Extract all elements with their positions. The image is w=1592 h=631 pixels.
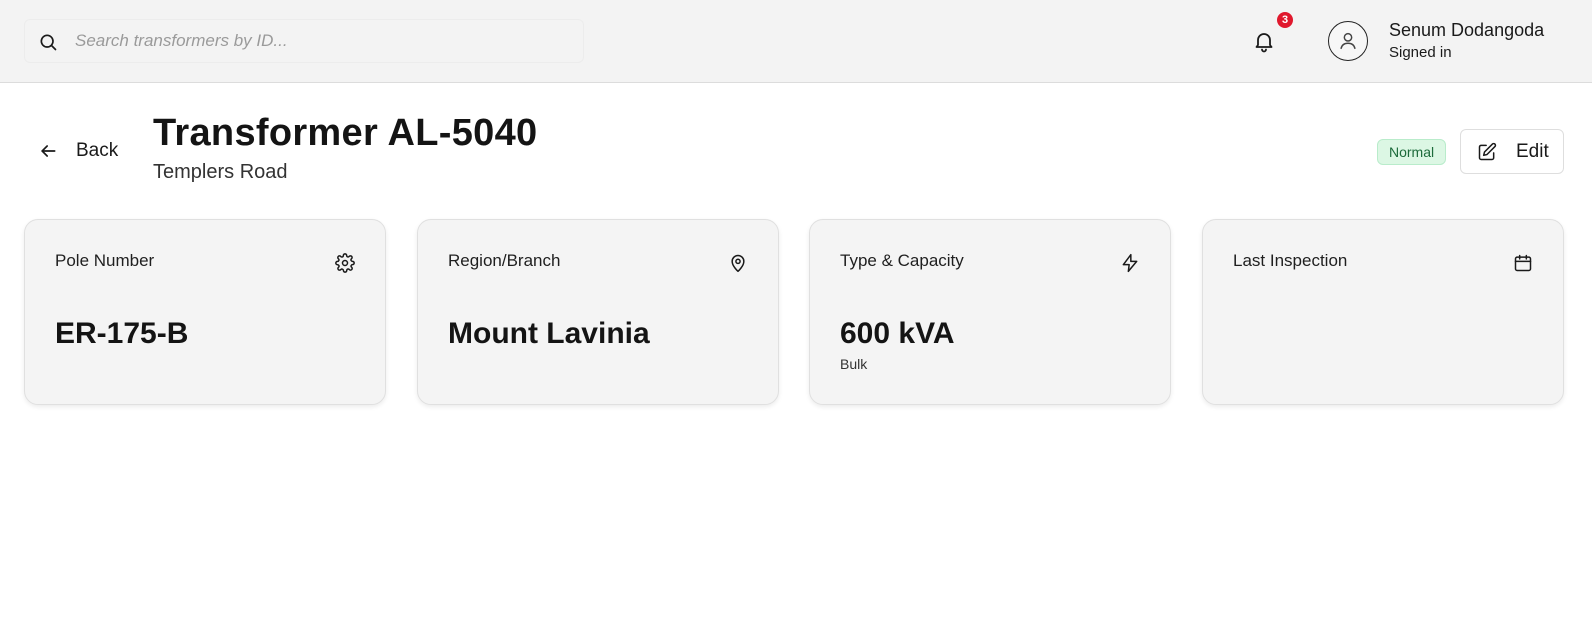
card-label: Type & Capacity xyxy=(840,251,964,270)
search-input[interactable] xyxy=(75,20,575,62)
back-button-label: Back xyxy=(76,140,119,161)
card-subtext: Bulk xyxy=(840,356,868,372)
avatar[interactable] xyxy=(1328,21,1368,61)
user-status: Signed in xyxy=(1389,44,1452,61)
arrow-left-icon xyxy=(38,141,58,161)
card-pole-number: Pole Number ER-175-B xyxy=(24,219,386,405)
card-label: Region/Branch xyxy=(448,251,561,270)
card-label: Pole Number xyxy=(55,251,155,270)
card-value: 600 kVA xyxy=(840,317,955,350)
page-subtitle: Templers Road xyxy=(153,161,288,183)
edit-button[interactable]: Edit xyxy=(1460,129,1564,174)
back-button[interactable]: Back xyxy=(30,134,118,168)
card-type-capacity: Type & Capacity 600 kVA Bulk xyxy=(809,219,1171,405)
map-pin-icon xyxy=(728,253,748,273)
user-name: Senum Dodangoda xyxy=(1389,20,1545,40)
lightning-icon xyxy=(1120,253,1140,273)
card-value: ER-175-B xyxy=(55,317,189,350)
notification-count-badge: 3 xyxy=(1277,12,1293,28)
gear-icon xyxy=(335,253,355,273)
card-last-inspection: Last Inspection xyxy=(1202,219,1564,405)
top-bar: 3 Senum Dodangoda Signed in xyxy=(0,0,1592,83)
card-region-branch: Region/Branch Mount Lavinia xyxy=(417,219,779,405)
user-avatar-icon xyxy=(1337,30,1359,52)
card-label: Last Inspection xyxy=(1233,251,1348,270)
edit-icon xyxy=(1477,142,1497,162)
search-bar xyxy=(24,19,584,63)
page-title: Transformer AL-5040 xyxy=(153,112,538,154)
status-badge: Normal xyxy=(1377,139,1447,165)
bell-icon[interactable] xyxy=(1252,29,1276,53)
edit-button-label: Edit xyxy=(1516,141,1549,162)
calendar-icon xyxy=(1513,253,1533,273)
search-icon[interactable] xyxy=(38,32,58,52)
card-value: Mount Lavinia xyxy=(448,317,650,350)
